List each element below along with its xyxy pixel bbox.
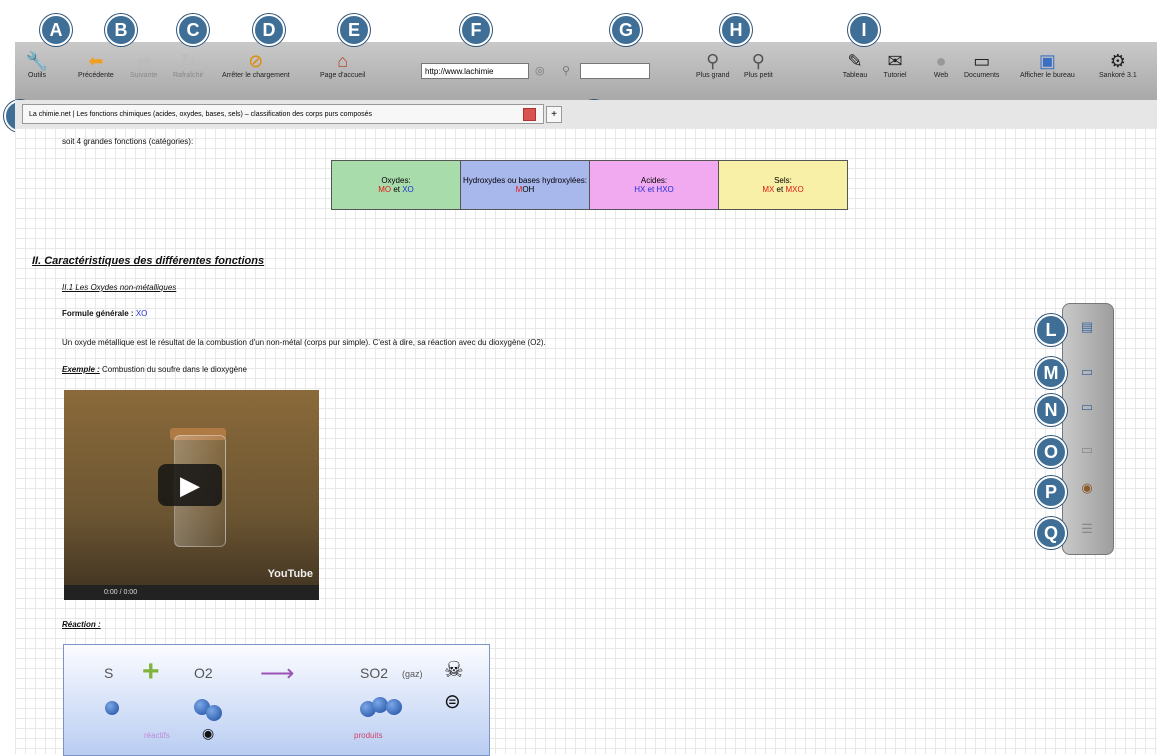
callout-f: F [460,14,492,46]
tab-lachimie[interactable]: La chimie.net | Les fonctions chimiques … [22,104,544,124]
callout-i: I [848,14,880,46]
reactant-s: S [104,665,114,681]
callout-p: P [1035,476,1067,508]
folder-icon: ▭ [973,50,991,71]
search-icon: ⚲ [562,65,571,77]
reactifs-label: réactifs [144,731,170,740]
reload-small-icon[interactable]: ◎ [535,64,545,77]
reaction-label: Réaction : [62,620,101,629]
menu-bars-icon[interactable]: ☰ [1076,520,1098,538]
web-button[interactable]: ● Web [928,50,954,80]
capture-page-icon[interactable]: ▭ [1076,363,1098,381]
callout-h: H [720,14,752,46]
sankore-button[interactable]: ⚙ Sankoré 3.1 [1099,50,1137,80]
callout-c: C [177,14,209,46]
plus-sign-icon: + [142,655,160,688]
callout-b: B [105,14,137,46]
product-gaz: (gaz) [402,669,423,679]
callout-a: A [40,14,72,46]
eye-icon[interactable]: ◉ [1076,479,1098,497]
refresh-button[interactable]: ↻ Rafraîchir [173,50,203,80]
formule-line: Formule générale : XO [62,309,148,318]
cell-hydroxydes: Hydroxydes ou bases hydroxylées: MOH [460,160,590,210]
url-field[interactable]: http://www.lachimie [421,63,529,79]
capture-area-icon[interactable]: ▭ [1076,398,1098,416]
back-arrow-icon: ⬅ [88,50,104,71]
show-desktop-button[interactable]: ▣ Afficher le bureau [1020,50,1075,80]
callout-g: G [610,14,642,46]
outils-button[interactable]: 🔧 Outils [24,50,50,80]
zoom-out-button[interactable]: ⚲ Plus petit [744,50,773,80]
tutorial-icon: ✉ [887,50,903,71]
magnifier-plus-icon: ⚲ [706,50,720,71]
reaction-diagram: S + O2 ⟶ SO2 (gaz) ☠ ⊜ réactifs ◉ produi… [63,644,490,756]
home-icon: ⌂ [337,50,349,71]
tab-close-button[interactable] [523,108,536,121]
callout-n: N [1035,394,1067,426]
toxic-hazard-icon: ☠ [444,657,464,682]
callout-o: O [1035,436,1067,468]
example-line: Exemple : Combustion du soufre dans le d… [62,365,247,374]
monitor-icon: ▣ [1038,50,1056,71]
sankore-icon: ⚙ [1109,50,1126,71]
cell-oxydes: Oxydes: MO et XO [331,160,461,210]
documents-button[interactable]: ▭ Documents [964,50,999,80]
video-time: 0:00 / 0:00 [104,589,138,596]
reaction-arrow-icon: ⟶ [260,660,295,687]
info-circle-icon: ◉ [202,725,215,741]
stop-loading-button[interactable]: ⊘ Arrêter le chargement [222,50,290,80]
back-button[interactable]: ⬅ Précédente [78,50,114,80]
forward-arrow-icon: ➡ [136,50,152,71]
video-player[interactable]: ▶ YouTube 0:00 / 0:00 [64,390,319,600]
reactant-o2: O2 [194,665,213,681]
oxygen-atom-2 [206,705,222,721]
callout-q: Q [1035,517,1067,549]
intro-text: soit 4 grandes fonctions (catégories): [62,137,194,146]
magnifier-minus-icon: ⚲ [751,50,765,71]
add-page-icon[interactable]: ▤ [1076,318,1098,336]
categories-table: Oxydes: MO et XO Hydroxydes ou bases hyd… [331,160,848,210]
callout-l: L [1035,314,1067,346]
oxide-paragraph: Un oxyde métallique est le résultat de l… [62,338,546,347]
produits-label: produits [354,731,383,740]
play-icon[interactable]: ▶ [158,464,222,506]
hazard-symbol-icon: ⊜ [444,691,461,713]
video-controls[interactable]: 0:00 / 0:00 [64,585,319,600]
section-title: II. Caractéristiques des différentes fon… [32,255,265,267]
zoom-in-button[interactable]: ⚲ Plus grand [696,50,729,80]
cell-acides: Acides: HX et HXO [589,160,719,210]
globe-icon: ● [935,50,947,71]
callout-m: M [1035,357,1067,389]
board-icon: ✎ [847,50,863,71]
sulfur-atom [105,701,119,715]
home-button[interactable]: ⌂ Page d'accueil [320,50,365,80]
youtube-logo: YouTube [267,568,313,580]
tableau-button[interactable]: ✎ Tableau [842,50,868,80]
search-input[interactable] [580,63,650,79]
tools-icon: 🔧 [25,50,49,71]
product-so2: SO2 [360,665,389,681]
side-toolbar [1062,303,1114,555]
new-tab-button[interactable]: + [546,106,562,123]
capture-web-icon[interactable]: ▭ [1076,441,1098,459]
cell-sels: Sels: MX et MXO [718,160,848,210]
forward-button[interactable]: ➡ Suivante [130,50,157,80]
callout-e: E [338,14,370,46]
refresh-icon: ↻ [180,50,196,71]
so2-atom-3 [386,699,402,715]
stop-icon: ⊘ [248,50,264,71]
callout-d: D [253,14,285,46]
subsection-title: II.1 Les Oxydes non-métalliques [62,283,177,292]
tutoriel-button[interactable]: ✉ Tutoriel [882,50,908,80]
